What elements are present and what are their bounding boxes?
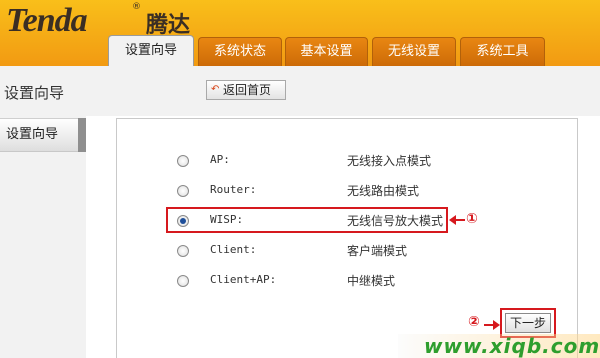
wisp-highlight-box <box>166 207 448 233</box>
tab-basic-settings[interactable]: 基本设置 <box>285 37 368 66</box>
mode-name-ap: AP: <box>210 153 230 166</box>
sidebar-scroll-handle[interactable] <box>78 118 86 152</box>
radio-client-ap[interactable] <box>177 275 189 287</box>
tenda-logo: Tenda <box>6 2 88 39</box>
page-title: 设置向导 <box>4 84 65 102</box>
mode-desc-client-ap: 中继模式 <box>347 274 396 288</box>
mode-name-client: Client: <box>210 243 257 256</box>
radio-router[interactable] <box>177 185 189 197</box>
annotation-arrow-right-icon <box>484 320 500 330</box>
sidebar <box>0 116 86 358</box>
mode-name-client-ap: Client+AP: <box>210 273 277 286</box>
tab-setup-wizard[interactable]: 设置向导 <box>108 35 194 66</box>
annotation-marker-1: ① <box>466 211 478 227</box>
radio-ap[interactable] <box>177 155 189 167</box>
sidebar-item-setup-wizard[interactable]: 设置向导 <box>0 118 86 152</box>
return-arrow-icon: ↶ <box>211 84 220 95</box>
tab-system-tools[interactable]: 系统工具 <box>460 37 545 66</box>
mode-desc-ap: 无线接入点模式 <box>347 154 432 168</box>
site-watermark: www.xiqb.com <box>398 334 600 358</box>
mode-desc-client: 客户端模式 <box>347 244 408 258</box>
return-home-button[interactable]: ↶ 返回首页 <box>206 80 286 100</box>
annotation-arrow-left-icon <box>449 215 465 225</box>
watermark-text: www.xiqb.com <box>424 334 600 358</box>
registered-mark: ® <box>132 2 141 12</box>
tab-wireless-settings[interactable]: 无线设置 <box>372 37 456 66</box>
title-bar: 设置向导 ↶ 返回首页 <box>0 66 600 116</box>
tab-system-status[interactable]: 系统状态 <box>198 37 282 66</box>
return-home-label: 返回首页 <box>223 83 272 97</box>
annotation-marker-2: ② <box>468 314 480 330</box>
header-bar: Tenda ® 腾达 设置向导 系统状态 基本设置 无线设置 系统工具 <box>0 0 600 66</box>
next-step-button[interactable]: 下一步 <box>505 313 551 333</box>
radio-client[interactable] <box>177 245 189 257</box>
mode-desc-router: 无线路由模式 <box>347 184 420 198</box>
mode-name-router: Router: <box>210 183 257 196</box>
